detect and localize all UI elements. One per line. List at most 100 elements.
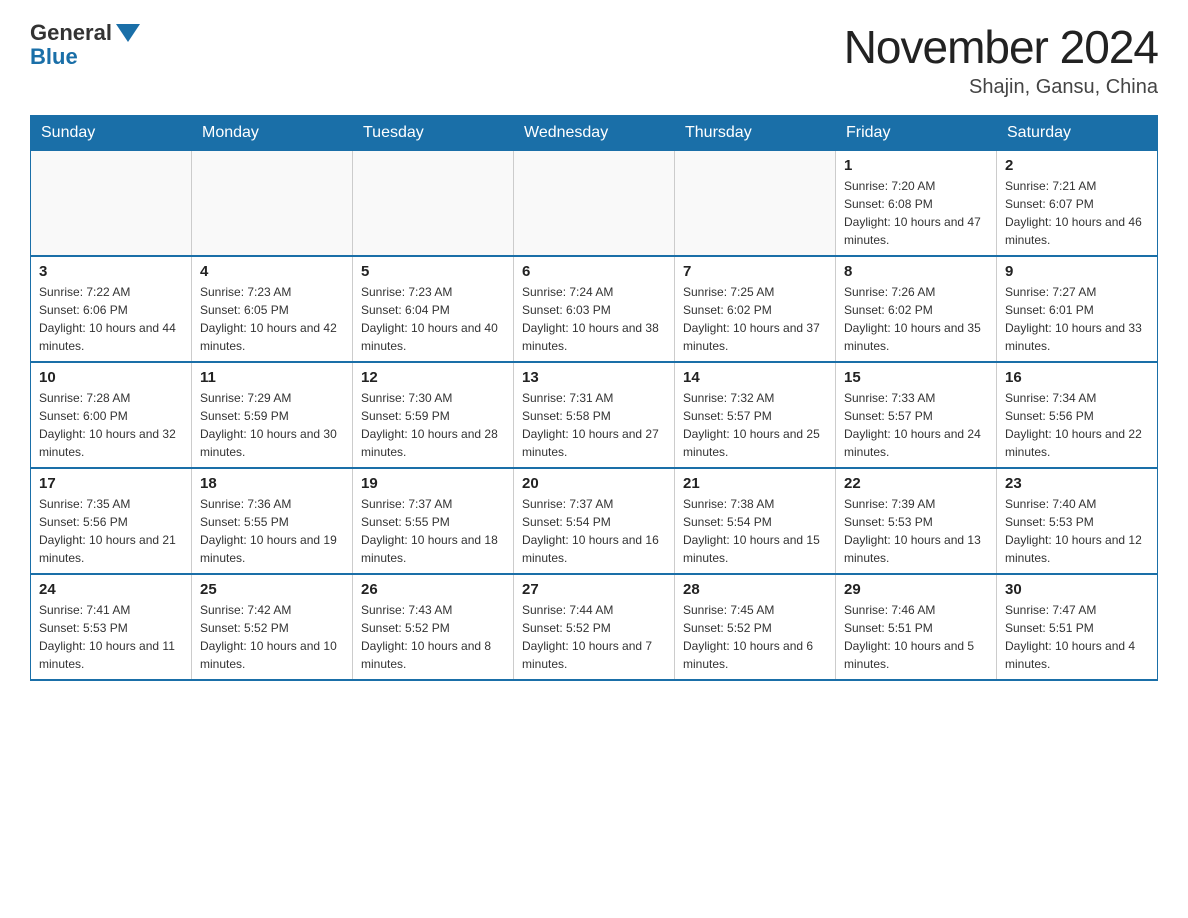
day-info: Sunrise: 7:39 AM Sunset: 5:53 PM Dayligh… (844, 495, 988, 567)
day-info: Sunrise: 7:42 AM Sunset: 5:52 PM Dayligh… (200, 601, 344, 673)
day-number: 19 (361, 475, 505, 492)
calendar-cell: 2 Sunrise: 7:21 AM Sunset: 6:07 PM Daylig… (997, 151, 1158, 257)
calendar-cell: 22Sunrise: 7:39 AM Sunset: 5:53 PM Dayli… (836, 468, 997, 574)
location-subtitle: Shajin, Gansu, China (844, 76, 1158, 99)
day-info: Sunrise: 7:25 AM Sunset: 6:02 PM Dayligh… (683, 283, 827, 355)
day-number: 21 (683, 475, 827, 492)
calendar-cell: 16 Sunrise: 7:34 AM Sunset: 5:56 PM Dayli… (997, 362, 1158, 468)
day-number: 20 (522, 475, 666, 492)
calendar-cell (192, 151, 353, 257)
title-area: November 2024 Shajin, Gansu, China (844, 20, 1158, 99)
day-number: 9 (1005, 263, 1149, 280)
day-info: Sunrise: 7:38 AM Sunset: 5:54 PM Dayligh… (683, 495, 827, 567)
calendar-cell: 10Sunrise: 7:28 AM Sunset: 6:00 PM Dayli… (31, 362, 192, 468)
day-info: Sunrise: 7:37 AM Sunset: 5:54 PM Dayligh… (522, 495, 666, 567)
day-info: Sunrise: 7:34 AM Sunset: 5:56 PM Dayligh… (1005, 389, 1149, 461)
calendar-cell: 4 Sunrise: 7:23 AM Sunset: 6:05 PM Daylig… (192, 256, 353, 362)
day-info: Sunrise: 7:23 AM Sunset: 6:04 PM Dayligh… (361, 283, 505, 355)
calendar-cell: 18Sunrise: 7:36 AM Sunset: 5:55 PM Dayli… (192, 468, 353, 574)
day-info: Sunrise: 7:24 AM Sunset: 6:03 PM Dayligh… (522, 283, 666, 355)
column-header-monday: Monday (192, 116, 353, 151)
calendar-cell: 6 Sunrise: 7:24 AM Sunset: 6:03 PM Daylig… (514, 256, 675, 362)
day-info: Sunrise: 7:31 AM Sunset: 5:58 PM Dayligh… (522, 389, 666, 461)
day-info: Sunrise: 7:30 AM Sunset: 5:59 PM Dayligh… (361, 389, 505, 461)
day-info: Sunrise: 7:44 AM Sunset: 5:52 PM Dayligh… (522, 601, 666, 673)
day-number: 18 (200, 475, 344, 492)
calendar-header-row: SundayMondayTuesdayWednesdayThursdayFrid… (31, 116, 1158, 151)
day-number: 4 (200, 263, 344, 280)
calendar-table: SundayMondayTuesdayWednesdayThursdayFrid… (30, 115, 1158, 681)
calendar-cell: 26Sunrise: 7:43 AM Sunset: 5:52 PM Dayli… (353, 574, 514, 680)
calendar-cell: 5Sunrise: 7:23 AM Sunset: 6:04 PM Daylig… (353, 256, 514, 362)
day-info: Sunrise: 7:37 AM Sunset: 5:55 PM Dayligh… (361, 495, 505, 567)
calendar-cell (353, 151, 514, 257)
calendar-cell: 24 Sunrise: 7:41 AM Sunset: 5:53 PM Dayli… (31, 574, 192, 680)
calendar-cell: 25 Sunrise: 7:42 AM Sunset: 5:52 PM Dayli… (192, 574, 353, 680)
day-number: 28 (683, 581, 827, 598)
day-info: Sunrise: 7:32 AM Sunset: 5:57 PM Dayligh… (683, 389, 827, 461)
day-number: 17 (39, 475, 183, 492)
day-info: Sunrise: 7:41 AM Sunset: 5:53 PM Dayligh… (39, 601, 183, 673)
day-number: 13 (522, 369, 666, 386)
day-number: 25 (200, 581, 344, 598)
calendar-week-row: 1 Sunrise: 7:20 AM Sunset: 6:08 PM Daylig… (31, 151, 1158, 257)
day-info: Sunrise: 7:23 AM Sunset: 6:05 PM Dayligh… (200, 283, 344, 355)
calendar-cell (675, 151, 836, 257)
logo-general-text: General (30, 20, 112, 46)
calendar-cell: 9 Sunrise: 7:27 AM Sunset: 6:01 PM Daylig… (997, 256, 1158, 362)
day-number: 30 (1005, 581, 1149, 598)
day-info: Sunrise: 7:20 AM Sunset: 6:08 PM Dayligh… (844, 177, 988, 249)
calendar-cell: 12Sunrise: 7:30 AM Sunset: 5:59 PM Dayli… (353, 362, 514, 468)
day-info: Sunrise: 7:46 AM Sunset: 5:51 PM Dayligh… (844, 601, 988, 673)
day-number: 26 (361, 581, 505, 598)
day-number: 1 (844, 157, 988, 174)
calendar-cell: 14 Sunrise: 7:32 AM Sunset: 5:57 PM Dayli… (675, 362, 836, 468)
day-number: 14 (683, 369, 827, 386)
day-info: Sunrise: 7:45 AM Sunset: 5:52 PM Dayligh… (683, 601, 827, 673)
day-info: Sunrise: 7:33 AM Sunset: 5:57 PM Dayligh… (844, 389, 988, 461)
day-number: 15 (844, 369, 988, 386)
day-info: Sunrise: 7:22 AM Sunset: 6:06 PM Dayligh… (39, 283, 183, 355)
day-number: 8 (844, 263, 988, 280)
calendar-week-row: 3 Sunrise: 7:22 AM Sunset: 6:06 PM Daylig… (31, 256, 1158, 362)
day-info: Sunrise: 7:28 AM Sunset: 6:00 PM Dayligh… (39, 389, 183, 461)
column-header-wednesday: Wednesday (514, 116, 675, 151)
calendar-cell: 3 Sunrise: 7:22 AM Sunset: 6:06 PM Daylig… (31, 256, 192, 362)
logo-blue-text: Blue (30, 44, 78, 70)
calendar-cell: 13 Sunrise: 7:31 AM Sunset: 5:58 PM Dayli… (514, 362, 675, 468)
day-number: 11 (200, 369, 344, 386)
day-number: 29 (844, 581, 988, 598)
day-number: 2 (1005, 157, 1149, 174)
day-info: Sunrise: 7:26 AM Sunset: 6:02 PM Dayligh… (844, 283, 988, 355)
header: General Blue November 2024 Shajin, Gansu… (30, 20, 1158, 99)
day-info: Sunrise: 7:40 AM Sunset: 5:53 PM Dayligh… (1005, 495, 1149, 567)
day-info: Sunrise: 7:27 AM Sunset: 6:01 PM Dayligh… (1005, 283, 1149, 355)
column-header-friday: Friday (836, 116, 997, 151)
calendar-cell: 29 Sunrise: 7:46 AM Sunset: 5:51 PM Dayli… (836, 574, 997, 680)
calendar-cell: 21 Sunrise: 7:38 AM Sunset: 5:54 PM Dayli… (675, 468, 836, 574)
day-number: 24 (39, 581, 183, 598)
calendar-cell: 8 Sunrise: 7:26 AM Sunset: 6:02 PM Daylig… (836, 256, 997, 362)
day-number: 23 (1005, 475, 1149, 492)
logo-arrow-icon (116, 24, 140, 42)
day-info: Sunrise: 7:47 AM Sunset: 5:51 PM Dayligh… (1005, 601, 1149, 673)
calendar-week-row: 17 Sunrise: 7:35 AM Sunset: 5:56 PM Dayli… (31, 468, 1158, 574)
calendar-cell: 17 Sunrise: 7:35 AM Sunset: 5:56 PM Dayli… (31, 468, 192, 574)
calendar-cell: 19 Sunrise: 7:37 AM Sunset: 5:55 PM Dayli… (353, 468, 514, 574)
column-header-sunday: Sunday (31, 116, 192, 151)
day-number: 7 (683, 263, 827, 280)
day-number: 3 (39, 263, 183, 280)
day-info: Sunrise: 7:29 AM Sunset: 5:59 PM Dayligh… (200, 389, 344, 461)
calendar-cell (31, 151, 192, 257)
calendar-cell: 11 Sunrise: 7:29 AM Sunset: 5:59 PM Dayli… (192, 362, 353, 468)
day-info: Sunrise: 7:35 AM Sunset: 5:56 PM Dayligh… (39, 495, 183, 567)
day-info: Sunrise: 7:21 AM Sunset: 6:07 PM Dayligh… (1005, 177, 1149, 249)
logo: General Blue (30, 20, 140, 70)
calendar-cell: 30 Sunrise: 7:47 AM Sunset: 5:51 PM Dayli… (997, 574, 1158, 680)
column-header-thursday: Thursday (675, 116, 836, 151)
calendar-cell: 1 Sunrise: 7:20 AM Sunset: 6:08 PM Daylig… (836, 151, 997, 257)
day-number: 6 (522, 263, 666, 280)
calendar-cell: 23 Sunrise: 7:40 AM Sunset: 5:53 PM Dayli… (997, 468, 1158, 574)
day-number: 27 (522, 581, 666, 598)
day-number: 16 (1005, 369, 1149, 386)
